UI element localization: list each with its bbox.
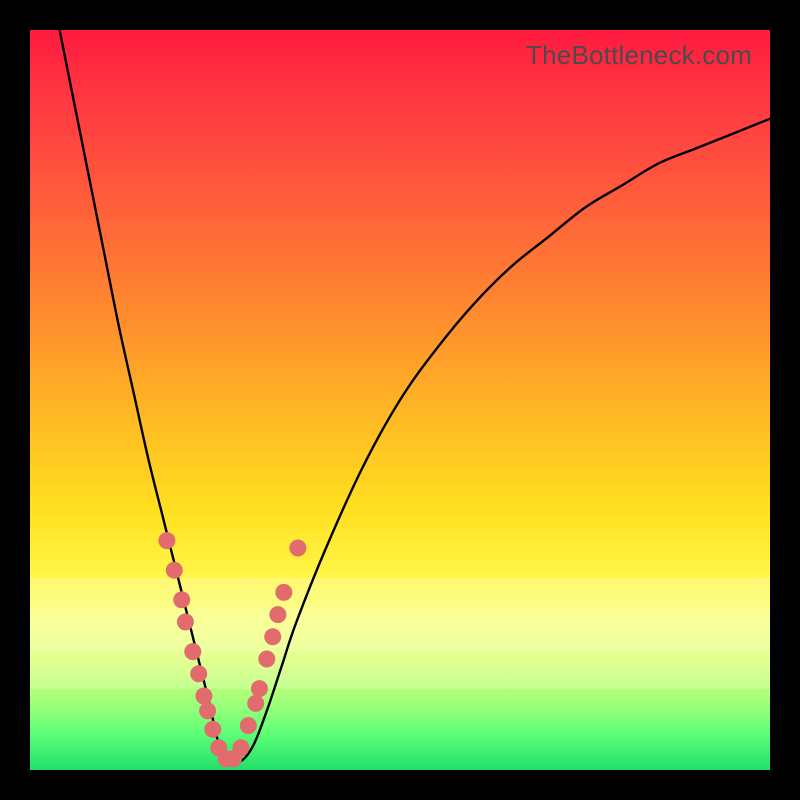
chart-svg <box>30 30 770 770</box>
data-marker <box>240 717 257 734</box>
data-marker <box>258 651 275 668</box>
data-marker <box>177 614 194 631</box>
data-marker <box>158 532 175 549</box>
data-marker <box>195 688 212 705</box>
watermark-text: TheBottleneck.com <box>526 40 752 71</box>
data-marker <box>251 680 268 697</box>
marker-group <box>158 532 306 767</box>
bottleneck-curve <box>60 30 770 764</box>
data-marker <box>275 584 292 601</box>
data-marker <box>166 562 183 579</box>
data-marker <box>269 606 286 623</box>
chart-frame: TheBottleneck.com <box>0 0 800 800</box>
data-marker <box>247 695 264 712</box>
data-marker <box>173 591 190 608</box>
data-marker <box>184 643 201 660</box>
data-marker <box>199 702 216 719</box>
data-marker <box>204 721 221 738</box>
data-marker <box>190 665 207 682</box>
data-marker <box>232 739 249 756</box>
data-marker <box>264 628 281 645</box>
data-marker <box>289 540 306 557</box>
